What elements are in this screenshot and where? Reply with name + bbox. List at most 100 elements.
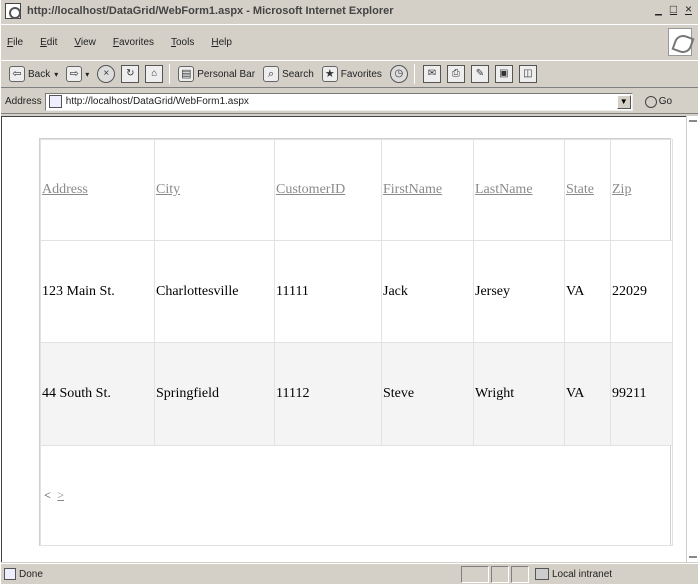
address-cell: 123 Main St. <box>40 240 155 343</box>
title-bar: http://localhost/DataGrid/WebForm1.aspx … <box>1 0 698 22</box>
go-arrow-icon <box>644 95 657 108</box>
header-row: Address City CustomerID FirstName LastNa… <box>40 139 673 241</box>
address-label: Address <box>5 96 42 107</box>
header-cell: LastName <box>473 139 565 241</box>
status-text: Done <box>19 568 43 580</box>
header-cell: FirstName <box>381 139 474 241</box>
pager-row: < > <box>40 445 673 546</box>
firstname-cell: Jack <box>381 240 474 343</box>
status-panel <box>461 565 489 583</box>
lastname-cell: Jersey <box>473 240 565 343</box>
personal-bar-icon: ▤ <box>178 66 195 82</box>
refresh-icon[interactable]: ↻ <box>121 65 140 83</box>
address-dropdown-icon[interactable]: ▼ <box>616 94 631 109</box>
standard-toolbar: ⇦ Back ▾ ⇨ ▾ × ↻ ⌂ ▤ Personal Bar ⌕ Sear… <box>1 60 698 88</box>
close-button[interactable]: × <box>682 3 695 17</box>
header-cell: State <box>564 139 611 241</box>
home-icon[interactable]: ⌂ <box>145 65 164 83</box>
print-icon[interactable]: ⎙ <box>446 65 465 83</box>
sort-state-link[interactable]: State <box>566 182 594 197</box>
search-label: Search <box>282 68 314 80</box>
go-button[interactable]: Go <box>644 95 673 108</box>
header-cell: Address <box>40 139 155 241</box>
state-cell: VA <box>564 342 611 446</box>
table-row: 44 South St. Springfield 11112 Steve Wri… <box>40 342 673 446</box>
security-zone-panel: Local intranet <box>531 568 681 580</box>
stop-icon[interactable]: × <box>97 65 116 83</box>
scroll-down-icon[interactable] <box>689 556 697 558</box>
customerid-cell: 11112 <box>274 342 382 446</box>
state-cell: VA <box>564 240 611 343</box>
customer-datagrid: Address City CustomerID FirstName LastNa… <box>39 138 673 546</box>
history-icon[interactable]: ◷ <box>389 65 408 83</box>
city-cell: Springfield <box>154 342 275 446</box>
status-panel <box>511 565 529 583</box>
menu-view[interactable]: View <box>74 37 96 48</box>
sort-lastname-link[interactable]: LastName <box>475 182 533 197</box>
personal-bar-button[interactable]: ▤ Personal Bar <box>178 66 255 82</box>
forward-arrow-icon: ⇨ <box>66 66 83 82</box>
menu-help[interactable]: Help <box>211 37 232 48</box>
favorites-label: Favorites <box>340 68 382 80</box>
personal-bar-label: Personal Bar <box>197 68 256 80</box>
status-text-panel: Done <box>1 568 461 580</box>
header-cell: City <box>154 139 275 241</box>
forward-button[interactable]: ⇨ ▾ <box>66 66 89 82</box>
menu-file[interactable]: File <box>7 37 23 48</box>
go-label: Go <box>658 96 673 107</box>
lastname-cell: Wright <box>473 342 565 446</box>
address-url[interactable]: http://localhost/DataGrid/WebForm1.aspx <box>66 96 249 107</box>
favorites-button[interactable]: ★ Favorites <box>321 66 382 82</box>
sort-customerid-link[interactable]: CustomerID <box>276 182 345 197</box>
customerid-cell: 11111 <box>274 240 382 343</box>
sort-address-link[interactable]: Address <box>42 182 88 197</box>
discuss-icon[interactable]: ▣ <box>494 65 513 83</box>
sort-zip-link[interactable]: Zip <box>612 182 631 197</box>
address-bar: Address http://localhost/DataGrid/WebFor… <box>1 90 698 114</box>
search-button[interactable]: ⌕ Search <box>263 66 314 82</box>
header-cell: Zip <box>610 139 673 241</box>
browser-window: http://localhost/DataGrid/WebForm1.aspx … <box>0 0 698 584</box>
maximize-button[interactable]: □ <box>667 3 680 17</box>
address-cell: 44 South St. <box>40 342 155 446</box>
back-arrow-icon: ⇦ <box>9 66 25 82</box>
menu-bar: File Edit View Favorites Tools Help <box>1 24 698 60</box>
back-button[interactable]: ⇦ Back ▾ <box>9 66 58 82</box>
messenger-icon[interactable]: ◫ <box>518 65 537 83</box>
zip-cell: 22029 <box>610 240 673 343</box>
menu-edit[interactable]: Edit <box>40 37 57 48</box>
back-label: Back <box>28 68 51 80</box>
toolbar-separator <box>169 64 171 84</box>
toolbar-separator <box>413 64 415 84</box>
menu-tools[interactable]: Tools <box>171 37 194 48</box>
favorites-icon: ★ <box>321 66 338 82</box>
pager-cell: < > <box>40 445 673 546</box>
city-cell: Charlottesville <box>154 240 275 343</box>
sort-firstname-link[interactable]: FirstName <box>383 182 442 197</box>
address-input[interactable]: http://localhost/DataGrid/WebForm1.aspx … <box>44 92 633 111</box>
edit-icon[interactable]: ✎ <box>470 65 489 83</box>
zip-cell: 99211 <box>610 342 673 446</box>
status-panel <box>491 565 509 583</box>
vertical-scrollbar[interactable] <box>686 116 698 562</box>
header-cell: CustomerID <box>274 139 382 241</box>
intranet-zone-icon <box>535 568 549 580</box>
ie-icon <box>5 3 21 19</box>
zone-label: Local intranet <box>552 568 613 580</box>
page-done-icon <box>4 568 16 580</box>
windows-logo-icon <box>668 28 692 56</box>
prev-page-link: < <box>44 487 51 502</box>
page-icon <box>48 95 62 108</box>
menu-favorites[interactable]: Favorites <box>113 37 154 48</box>
status-bar: Done Local intranet <box>1 563 698 584</box>
table-row: 123 Main St. Charlottesville 11111 Jack … <box>40 240 673 343</box>
next-page-link[interactable]: > <box>57 488 64 502</box>
window-controls: _ □ × <box>652 3 695 17</box>
minimize-button[interactable]: _ <box>652 3 665 17</box>
mail-icon[interactable]: ✉ <box>422 65 441 83</box>
sort-city-link[interactable]: City <box>156 182 180 197</box>
firstname-cell: Steve <box>381 342 474 446</box>
scroll-up-icon[interactable] <box>689 120 697 122</box>
window-title: http://localhost/DataGrid/WebForm1.aspx … <box>27 5 394 17</box>
search-icon: ⌕ <box>263 66 280 82</box>
